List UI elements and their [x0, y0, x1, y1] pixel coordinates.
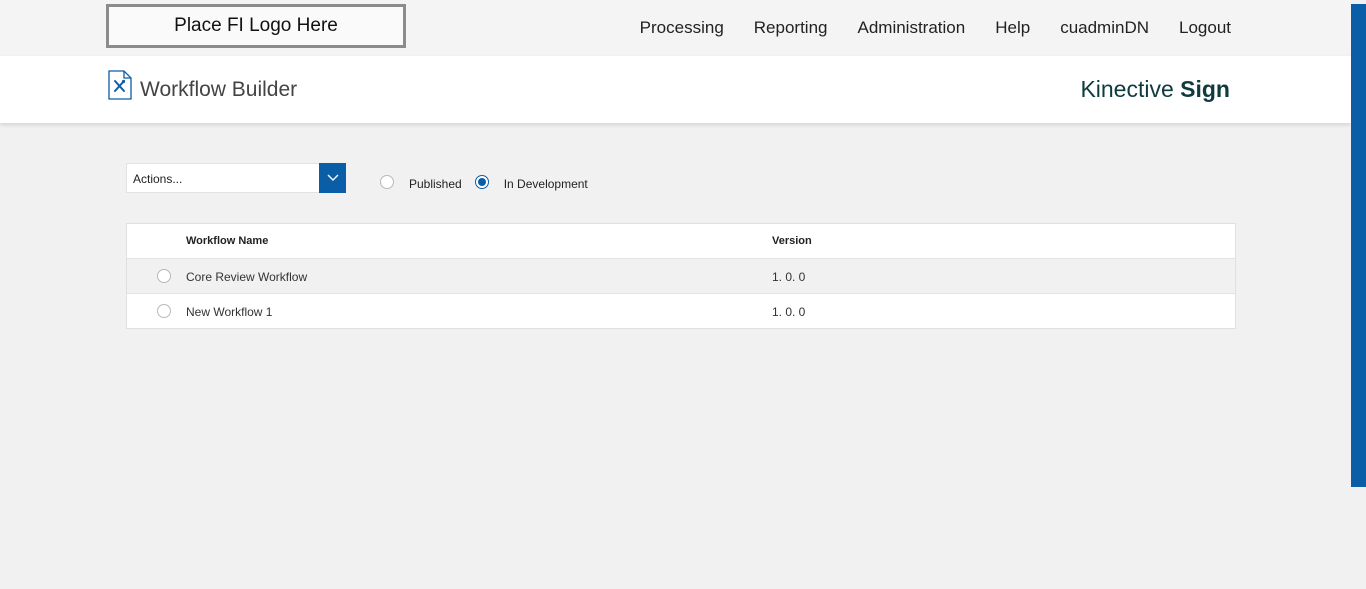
actions-dropdown-toggle[interactable]	[319, 163, 346, 193]
document-tools-icon	[108, 70, 132, 100]
table-header: Workflow Name Version	[127, 224, 1235, 259]
brand-bold-text: Sign	[1180, 76, 1230, 102]
chevron-down-icon	[327, 174, 338, 181]
nav-help[interactable]: Help	[995, 18, 1030, 38]
top-nav: Processing Reporting Administration Help…	[610, 0, 1231, 56]
brand-light-text: Kinective	[1080, 76, 1174, 102]
nav-reporting[interactable]: Reporting	[754, 18, 828, 38]
table-row[interactable]: Core Review Workflow 1. 0. 0	[127, 259, 1235, 294]
nav-user-account[interactable]: cuadminDN	[1060, 18, 1149, 38]
brand-name: Kinective Sign	[1080, 76, 1230, 103]
version-cell: 1. 0. 0	[772, 270, 806, 284]
logo-placeholder: Place FI Logo Here	[106, 4, 406, 48]
workflow-table: Workflow Name Version Core Review Workfl…	[126, 223, 1236, 329]
column-header-workflow-name[interactable]: Workflow Name	[186, 235, 268, 247]
page-title: Workflow Builder	[140, 78, 298, 101]
radio-published[interactable]	[380, 175, 394, 189]
top-header: Place FI Logo Here Processing Reporting …	[0, 0, 1351, 56]
logo-placeholder-text: Place FI Logo Here	[174, 15, 338, 36]
radio-in-development[interactable]	[474, 175, 489, 189]
row-select-radio[interactable]	[157, 269, 171, 283]
status-filter: Published In Development	[380, 173, 601, 191]
column-header-version[interactable]: Version	[772, 235, 812, 247]
workflow-name-cell: New Workflow 1	[186, 305, 273, 319]
nav-logout[interactable]: Logout	[1179, 18, 1231, 38]
nav-processing[interactable]: Processing	[640, 18, 724, 38]
title-bar: Workflow Builder Kinective Sign	[0, 56, 1351, 123]
version-cell: 1. 0. 0	[772, 305, 806, 319]
radio-published-label[interactable]: Published	[409, 175, 462, 193]
actions-dropdown-value: Actions...	[133, 172, 183, 186]
workflow-name-cell: Core Review Workflow	[186, 270, 308, 284]
nav-administration[interactable]: Administration	[858, 18, 966, 38]
actions-dropdown[interactable]: Actions...	[126, 163, 346, 193]
radio-in-development-label[interactable]: In Development	[504, 175, 588, 193]
side-accent-bar	[1351, 4, 1366, 487]
row-select-radio[interactable]	[157, 304, 171, 318]
table-row[interactable]: New Workflow 1 1. 0. 0	[127, 294, 1235, 329]
